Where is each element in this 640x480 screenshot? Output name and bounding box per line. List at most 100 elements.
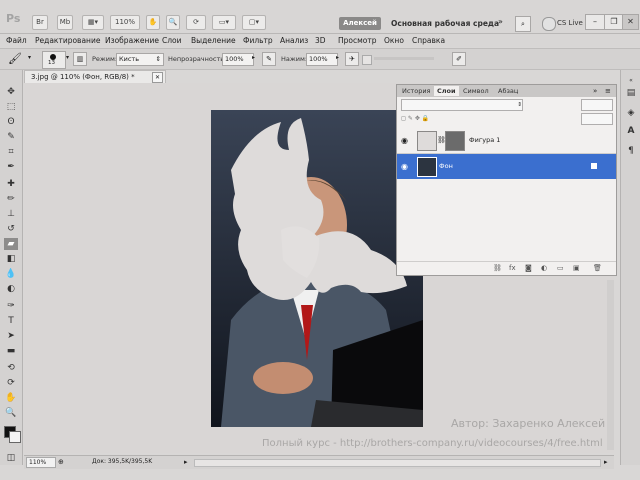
- view-extras-button[interactable]: ▦▾: [82, 15, 104, 30]
- move-tool-icon[interactable]: ✥: [4, 86, 18, 98]
- menu-edit[interactable]: Редактирование: [35, 35, 100, 47]
- restore-button[interactable]: ❐: [604, 14, 624, 30]
- fill-field[interactable]: [581, 113, 613, 125]
- eyedropper-tool-icon[interactable]: ✒: [4, 161, 18, 173]
- airbrush-icon[interactable]: ✈: [345, 52, 359, 66]
- visibility-eye-icon[interactable]: ◉: [400, 162, 409, 171]
- add-mask-icon[interactable]: ◙: [525, 264, 532, 273]
- vertical-scrollbar[interactable]: [607, 280, 614, 450]
- workspace-label[interactable]: Основная рабочая среда: [391, 17, 499, 30]
- quick-select-tool-icon[interactable]: ✎: [4, 131, 18, 143]
- scroll-right-icon[interactable]: ▸: [604, 457, 608, 467]
- sample-all-checkbox[interactable]: [362, 55, 372, 65]
- tablet-size-icon[interactable]: ✐: [452, 52, 466, 66]
- lock-controls[interactable]: ◻ ✎ ✥ 🔒: [401, 114, 429, 123]
- document-image[interactable]: [211, 110, 423, 427]
- status-zoom-field[interactable]: 110%: [26, 457, 56, 468]
- brush-size-picker[interactable]: 13: [42, 51, 66, 69]
- menu-image[interactable]: Изображение: [105, 35, 159, 47]
- background-color-swatch[interactable]: [9, 431, 21, 443]
- path-selection-tool-icon[interactable]: ➤: [4, 330, 18, 342]
- 3d-orbit-tool-icon[interactable]: ⟳: [4, 377, 18, 389]
- zoom-tool-icon[interactable]: 🔍: [4, 407, 18, 419]
- menu-layers[interactable]: Слои: [162, 35, 182, 47]
- status-info-icon[interactable]: ⊕: [58, 457, 64, 467]
- layers-panel-icon[interactable]: ◈: [624, 106, 638, 120]
- user-workspace-pill[interactable]: Алексей: [339, 17, 381, 30]
- arrange-documents-button[interactable]: ▭▾: [212, 15, 236, 30]
- close-button[interactable]: ✕: [622, 14, 639, 30]
- workspace-menu-icon[interactable]: »: [498, 17, 503, 26]
- close-document-icon[interactable]: ✕: [152, 72, 163, 83]
- blur-tool-icon[interactable]: 💧: [4, 268, 18, 280]
- hand-tool-button[interactable]: ✋: [146, 15, 160, 30]
- zoom-level-select[interactable]: 110%: [110, 15, 140, 30]
- layer-row-background[interactable]: ◉ Фон: [397, 154, 616, 179]
- menu-help[interactable]: Справка: [412, 35, 445, 47]
- adjustment-layer-icon[interactable]: ◐: [541, 264, 547, 273]
- lasso-tool-icon[interactable]: ʘ: [4, 116, 18, 128]
- cs-live-label[interactable]: CS Live: [557, 17, 583, 30]
- tablet-opacity-icon[interactable]: ✎: [262, 52, 276, 66]
- gradient-tool-icon[interactable]: ◧: [4, 253, 18, 265]
- panel-collapse-icon[interactable]: »: [593, 86, 597, 96]
- layer-lock-icon: [591, 163, 597, 169]
- pressure-label: Нажим:: [281, 55, 308, 63]
- menu-window[interactable]: Окно: [384, 35, 404, 47]
- layer-row-shape[interactable]: ◉ ⛓ Фигура 1: [397, 128, 616, 154]
- blend-mode-select[interactable]: ⇕: [401, 99, 523, 111]
- history-panel-icon[interactable]: ▤: [624, 86, 638, 100]
- pen-tool-icon[interactable]: ✑: [4, 300, 18, 312]
- minimize-button[interactable]: –: [585, 14, 605, 30]
- layer-opacity-field[interactable]: [581, 99, 613, 111]
- type-tool-icon[interactable]: T: [4, 315, 18, 327]
- shape-tool-icon[interactable]: ▬: [4, 345, 18, 357]
- menu-select[interactable]: Выделение: [191, 35, 236, 47]
- new-layer-icon[interactable]: ▣: [573, 264, 580, 273]
- tab-paragraph[interactable]: Абзац: [495, 86, 522, 96]
- link-layers-icon[interactable]: ⛓: [493, 264, 502, 273]
- clone-stamp-tool-icon[interactable]: ⊥: [4, 208, 18, 220]
- brush-preset-icon[interactable]: 🖌: [6, 52, 24, 66]
- eraser-tool-icon[interactable]: ▰: [4, 238, 18, 250]
- zoom-tool-button[interactable]: 🔍: [166, 15, 180, 30]
- 3d-rotate-tool-icon[interactable]: ⟲: [4, 362, 18, 374]
- horizontal-scrollbar[interactable]: [194, 459, 601, 467]
- quick-mask-icon[interactable]: ◫: [4, 452, 18, 464]
- opacity-field[interactable]: 100%: [222, 53, 254, 66]
- hand-tool-icon[interactable]: ✋: [4, 392, 18, 404]
- tab-character[interactable]: Символ: [460, 86, 492, 96]
- menu-filter[interactable]: Фильтр: [243, 35, 273, 47]
- tab-layers[interactable]: Слои: [434, 86, 459, 96]
- screen-mode-button[interactable]: ▢▾: [242, 15, 266, 30]
- layer-thumbnail: [417, 131, 437, 151]
- visibility-eye-icon[interactable]: ◉: [400, 136, 409, 145]
- healing-brush-tool-icon[interactable]: ✚: [4, 178, 18, 190]
- menu-analysis[interactable]: Анализ: [280, 35, 308, 47]
- document-tab[interactable]: 3.jpg @ 110% (Фон, RGB/8) * ✕: [24, 70, 166, 83]
- character-panel-icon[interactable]: A: [624, 124, 638, 138]
- search-icon[interactable]: ⌕: [515, 16, 531, 32]
- menu-view[interactable]: Просмотр: [338, 35, 377, 47]
- menu-file[interactable]: Файл: [6, 35, 27, 47]
- panel-menu-icon[interactable]: ≡: [605, 86, 611, 96]
- mini-bridge-button[interactable]: Mb: [57, 15, 73, 30]
- history-brush-tool-icon[interactable]: ↺: [4, 223, 18, 235]
- brush-tool-icon[interactable]: ✏: [4, 193, 18, 205]
- mode-select[interactable]: Кисть ⇕: [116, 53, 164, 66]
- bridge-button[interactable]: Br: [32, 15, 48, 30]
- status-menu-arrow-icon[interactable]: ▸: [184, 457, 188, 467]
- new-group-icon[interactable]: ▭: [557, 264, 564, 273]
- crop-tool-icon[interactable]: ⌗: [4, 146, 18, 158]
- pressure-field[interactable]: 100%: [306, 53, 338, 66]
- tab-history[interactable]: История: [399, 86, 434, 96]
- menu-3d[interactable]: 3D: [315, 35, 326, 47]
- rotate-view-button[interactable]: ⟳: [186, 15, 206, 30]
- dodge-tool-icon[interactable]: ◐: [4, 283, 18, 295]
- brush-panel-toggle-icon[interactable]: ▥: [73, 52, 87, 66]
- layer-style-icon[interactable]: fx: [509, 264, 516, 273]
- document-tab-title: 3.jpg @ 110% (Фон, RGB/8) *: [31, 73, 135, 81]
- delete-layer-icon[interactable]: 🗑: [593, 264, 602, 273]
- paragraph-panel-icon[interactable]: ¶: [624, 144, 638, 158]
- marquee-tool-icon[interactable]: ⬚: [4, 101, 18, 113]
